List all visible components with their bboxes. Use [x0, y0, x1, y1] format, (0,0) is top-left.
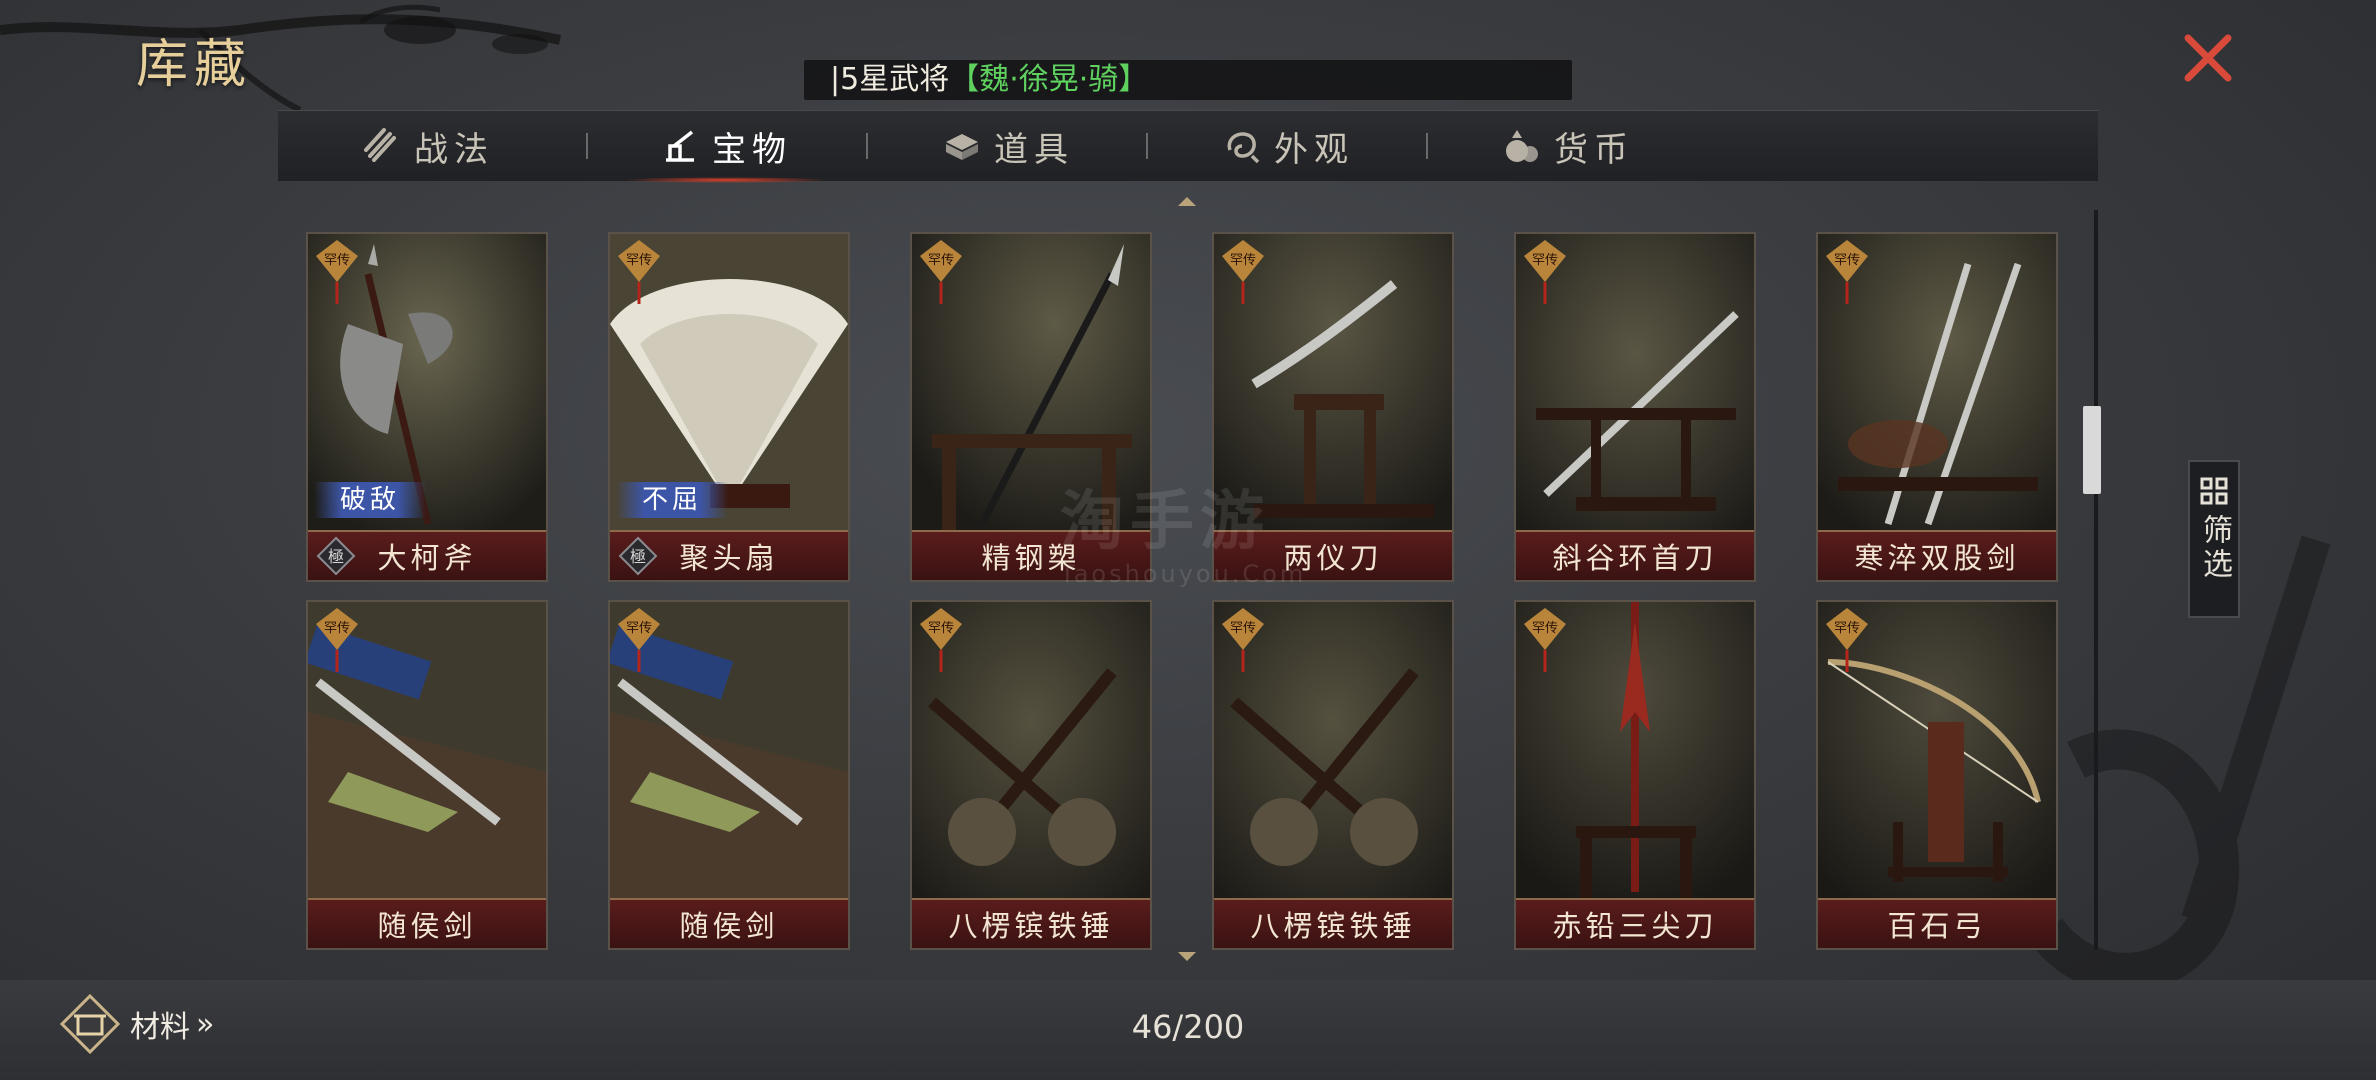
scroll-bundle-icon — [364, 128, 396, 162]
grade-badge-icon: 極 — [618, 536, 658, 576]
treasure-card[interactable]: 罕传 百石弓 — [1816, 600, 2058, 950]
skill-tag: 破敌 — [314, 482, 427, 518]
treasure-grid: 罕传 破敌 大柯斧 極 罕传 不屈 聚头扇 極 罕传 精钢槊 罕传 两仪刀 罕传… — [290, 210, 2090, 950]
treasure-card[interactable]: 罕传 寒淬双股剑 — [1816, 232, 2058, 582]
item-name: 斜谷环首刀 — [1516, 530, 1754, 580]
rarity-badge-icon: 罕传 — [618, 240, 660, 304]
scrollbar-thumb[interactable] — [2083, 406, 2101, 494]
item-name: 八楞镔铁锤 — [1214, 898, 1452, 948]
treasure-stand-icon — [666, 130, 694, 162]
svg-text:罕传: 罕传 — [1834, 253, 1860, 268]
tab-divider — [866, 133, 868, 159]
item-name: 两仪刀 — [1214, 530, 1452, 580]
bottom-bar: 材料 » 46/200 — [0, 980, 2376, 1080]
filter-button[interactable]: 筛选 — [2188, 460, 2240, 618]
svg-text:罕传: 罕传 — [1230, 253, 1256, 268]
item-name: 八楞镔铁锤 — [912, 898, 1150, 948]
grid-filter-icon — [2200, 477, 2228, 505]
category-tabbar: 战法 宝物 道具 外观 货币 — [278, 110, 2098, 183]
rarity-badge-icon: 罕传 — [316, 608, 358, 672]
treasure-card[interactable]: 罕传 八楞镔铁锤 — [1212, 600, 1454, 950]
tab-currency[interactable]: 货币 — [1438, 111, 1698, 181]
treasure-card[interactable]: 罕传 斜谷环首刀 — [1514, 232, 1756, 582]
tab-divider — [1426, 133, 1428, 159]
close-icon[interactable] — [2180, 30, 2236, 86]
svg-text:罕传: 罕传 — [928, 253, 954, 268]
item-name: 精钢槊 — [912, 530, 1150, 580]
svg-text:罕传: 罕传 — [324, 621, 350, 636]
rarity-badge-icon: 罕传 — [1826, 240, 1868, 304]
announcement-marquee: |5星武将【魏·徐晃·骑】 — [804, 60, 1572, 100]
item-name: 寒淬双股剑 — [1818, 530, 2056, 580]
rarity-badge-icon: 罕传 — [1222, 240, 1264, 304]
scrollbar-track[interactable] — [2094, 210, 2098, 950]
treasure-card[interactable]: 罕传 随侯剑 — [608, 600, 850, 950]
tab-divider — [586, 133, 588, 159]
item-name: 赤铅三尖刀 — [1516, 898, 1754, 948]
treasure-card[interactable]: 罕传 破敌 大柯斧 極 — [306, 232, 548, 582]
rarity-badge-icon: 罕传 — [920, 240, 962, 304]
svg-text:罕传: 罕传 — [928, 621, 954, 636]
treasure-card[interactable]: 罕传 随侯剑 — [306, 600, 548, 950]
treasure-card[interactable]: 罕传 两仪刀 — [1212, 232, 1454, 582]
svg-text:罕传: 罕传 — [626, 253, 652, 268]
svg-text:罕传: 罕传 — [1532, 253, 1558, 268]
tab-tactics[interactable]: 战法 — [318, 111, 538, 181]
grade-badge-icon: 極 — [316, 536, 356, 576]
rarity-badge-icon: 罕传 — [618, 608, 660, 672]
announcement-hero: 【魏·徐晃·骑】 — [949, 62, 1149, 97]
materials-label: 材料 — [130, 1010, 190, 1045]
item-name: 随侯剑 — [610, 898, 848, 948]
inventory-capacity: 46/200 — [1131, 1008, 1245, 1046]
tab-treasures[interactable]: 宝物 — [596, 111, 856, 183]
tab-label: 外观 — [1274, 129, 1354, 170]
rarity-badge-icon: 罕传 — [1524, 240, 1566, 304]
svg-text:罕传: 罕传 — [1834, 621, 1860, 636]
tab-label: 宝物 — [712, 129, 792, 170]
item-name: 百石弓 — [1818, 898, 2056, 948]
svg-text:罕传: 罕传 — [626, 621, 652, 636]
tab-appearance[interactable]: 外观 — [1158, 111, 1418, 181]
rarity-badge-icon: 罕传 — [920, 608, 962, 672]
scroll-up-arrow-icon[interactable] — [1176, 194, 1198, 208]
rarity-badge-icon: 罕传 — [1826, 608, 1868, 672]
rarity-badge-icon: 罕传 — [316, 240, 358, 304]
rarity-badge-icon: 罕传 — [1524, 608, 1566, 672]
materials-button[interactable]: 材料 » — [58, 992, 214, 1056]
tab-items[interactable]: 道具 — [878, 111, 1138, 181]
treasure-card[interactable]: 罕传 精钢槊 — [910, 232, 1152, 582]
money-bag-icon — [1506, 130, 1538, 162]
tab-label: 道具 — [994, 129, 1074, 170]
treasure-card[interactable]: 罕传 赤铅三尖刀 — [1514, 600, 1756, 950]
swirl-icon — [1227, 132, 1260, 164]
item-name: 随侯剑 — [308, 898, 546, 948]
rarity-badge-icon: 罕传 — [1222, 608, 1264, 672]
chest-icon — [946, 134, 978, 160]
treasure-card[interactable]: 罕传 八楞镔铁锤 — [910, 600, 1152, 950]
grade-text: 極 — [328, 547, 344, 566]
scroll-down-arrow-icon[interactable] — [1176, 950, 1198, 964]
tab-label: 战法 — [414, 129, 494, 170]
grade-text: 極 — [630, 547, 646, 566]
svg-text:罕传: 罕传 — [324, 253, 350, 268]
filter-label: 筛选 — [2197, 514, 2232, 582]
chevron-right-icon: » — [196, 1006, 215, 1042]
skill-tag: 不屈 — [616, 482, 729, 518]
treasure-card[interactable]: 罕传 不屈 聚头扇 極 — [608, 232, 850, 582]
tab-divider — [1146, 133, 1148, 159]
svg-text:罕传: 罕传 — [1230, 621, 1256, 636]
tab-label: 货币 — [1554, 129, 1634, 170]
svg-text:罕传: 罕传 — [1532, 621, 1558, 636]
announcement-text: |5星武将 — [830, 62, 950, 97]
page-title: 库藏 — [136, 35, 253, 95]
materials-icon — [59, 993, 121, 1055]
